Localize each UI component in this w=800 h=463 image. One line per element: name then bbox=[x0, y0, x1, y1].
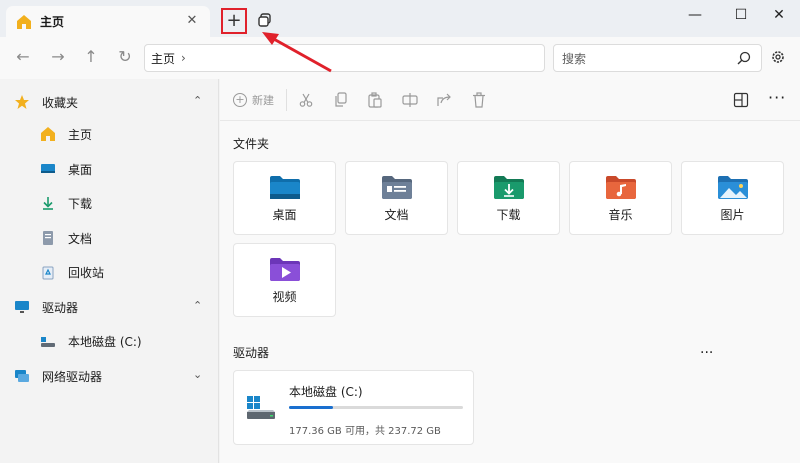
pictures-folder-icon bbox=[717, 176, 748, 199]
rename-icon[interactable] bbox=[402, 92, 418, 108]
documents-folder-icon bbox=[381, 176, 412, 199]
navigation-bar: ← → ↑ ↻ 主页 › 搜索 bbox=[0, 37, 800, 79]
folder-card-desktop[interactable]: 桌面 bbox=[233, 161, 336, 235]
drive-usage-bar bbox=[289, 406, 463, 409]
sidebar-item-recycle-bin[interactable]: 回收站 bbox=[0, 257, 219, 287]
disk-icon bbox=[41, 337, 55, 347]
monitor-icon bbox=[15, 301, 29, 313]
sidebar-item-desktop[interactable]: 桌面 bbox=[0, 154, 219, 184]
sidebar-item-label: 文档 bbox=[68, 231, 93, 246]
search-icon[interactable] bbox=[737, 51, 751, 65]
recycle-bin-icon bbox=[42, 266, 54, 280]
drives-section-title: 驱动器 bbox=[233, 346, 270, 360]
folder-card-music[interactable]: 音乐 bbox=[569, 161, 672, 235]
sidebar-item-label: 主页 bbox=[68, 127, 93, 142]
search-input[interactable]: 搜索 bbox=[553, 44, 762, 72]
drive-card-local-disk[interactable]: 本地磁盘 (C:) 177.36 GB 可用，共 237.72 GB bbox=[233, 370, 474, 445]
breadcrumb-chevron-icon[interactable]: › bbox=[181, 51, 186, 65]
folder-label: 视频 bbox=[272, 290, 297, 304]
folder-label: 音乐 bbox=[608, 208, 633, 222]
videos-folder-icon bbox=[269, 258, 300, 281]
minimize-button[interactable]: — bbox=[672, 4, 718, 26]
star-icon bbox=[15, 95, 29, 109]
up-arrow-icon[interactable]: ↑ bbox=[80, 46, 102, 68]
tab-title: 主页 bbox=[40, 15, 65, 29]
sidebar-favorites[interactable]: 收藏夹 ⌃ bbox=[0, 87, 219, 117]
details-pane-icon[interactable] bbox=[733, 92, 749, 108]
network-icon bbox=[15, 370, 29, 382]
cut-icon[interactable] bbox=[298, 92, 314, 108]
sidebar-item-documents[interactable]: 文档 bbox=[0, 223, 219, 253]
chevron-down-icon[interactable]: ⌄ bbox=[193, 369, 205, 381]
plus-icon: + bbox=[226, 10, 242, 31]
tab-close-icon[interactable]: ✕ bbox=[184, 13, 200, 29]
sidebar-item-label: 本地磁盘 (C:) bbox=[68, 334, 142, 349]
home-icon bbox=[41, 127, 55, 141]
sidebar-item-home[interactable]: 主页 bbox=[0, 119, 219, 149]
plus-icon: + bbox=[233, 93, 247, 107]
sidebar-item-label: 下载 bbox=[68, 196, 93, 211]
command-bar: + 新建 ··· bbox=[220, 79, 800, 121]
more-options-icon[interactable]: ··· bbox=[768, 88, 786, 107]
search-placeholder: 搜索 bbox=[562, 51, 587, 66]
forward-arrow-icon[interactable]: → bbox=[47, 46, 69, 68]
document-icon bbox=[43, 231, 53, 245]
share-icon[interactable] bbox=[436, 92, 452, 108]
music-folder-icon bbox=[605, 176, 636, 199]
folder-card-downloads[interactable]: 下载 bbox=[457, 161, 560, 235]
folder-label: 图片 bbox=[720, 208, 745, 222]
chevron-up-icon[interactable]: ⌃ bbox=[193, 300, 205, 312]
downloads-folder-icon bbox=[493, 176, 524, 199]
gear-icon[interactable] bbox=[770, 49, 786, 65]
delete-icon[interactable] bbox=[471, 92, 487, 108]
paste-icon[interactable] bbox=[367, 92, 383, 108]
copy-icon[interactable] bbox=[333, 92, 349, 108]
folder-label: 桌面 bbox=[272, 208, 297, 222]
tab-home[interactable]: 主页 ✕ bbox=[6, 6, 210, 37]
sidebar-item-downloads[interactable]: 下载 bbox=[0, 188, 219, 218]
sidebar-network[interactable]: 网络驱动器 ⌄ bbox=[0, 361, 219, 391]
address-bar[interactable]: 主页 › bbox=[144, 44, 545, 72]
close-window-button[interactable]: ✕ bbox=[756, 4, 800, 26]
sidebar-item-local-disk[interactable]: 本地磁盘 (C:) bbox=[0, 326, 219, 356]
sidebar-drives[interactable]: 驱动器 ⌃ bbox=[0, 292, 219, 322]
duplicate-tab-icon[interactable] bbox=[257, 12, 273, 28]
back-arrow-icon[interactable]: ← bbox=[12, 46, 34, 68]
drive-usage-fill bbox=[289, 406, 334, 409]
new-button-label: 新建 bbox=[252, 94, 274, 107]
sidebar-drives-label: 驱动器 bbox=[42, 300, 79, 315]
disk-icon bbox=[247, 396, 275, 419]
drive-name: 本地磁盘 (C:) bbox=[289, 385, 363, 399]
desktop-icon bbox=[41, 164, 55, 173]
sidebar-network-label: 网络驱动器 bbox=[42, 369, 103, 384]
folders-section-title: 文件夹 bbox=[233, 137, 270, 151]
sidebar-item-label: 桌面 bbox=[68, 162, 93, 177]
toolbar-divider bbox=[286, 89, 287, 111]
chevron-up-icon[interactable]: ⌃ bbox=[193, 95, 205, 107]
sidebar-favorites-label: 收藏夹 bbox=[42, 95, 79, 110]
refresh-icon[interactable]: ↻ bbox=[114, 46, 136, 68]
folder-card-videos[interactable]: 视频 bbox=[233, 243, 336, 317]
download-icon bbox=[43, 197, 53, 210]
folder-label: 文档 bbox=[384, 208, 409, 222]
main-content: + 新建 ··· 文件夹 桌面 文档 下载 音乐 图片 视频 驱动器 ··· 本… bbox=[220, 79, 800, 463]
folder-label: 下载 bbox=[496, 208, 521, 222]
drive-space-info: 177.36 GB 可用，共 237.72 GB bbox=[289, 426, 441, 437]
title-bar: 主页 ✕ + — ☐ ✕ bbox=[0, 0, 800, 37]
sidebar: 收藏夹 ⌃ 主页 桌面 下载 文档 回收站 驱动器 ⌃ 本地磁盘 (C:) 网络… bbox=[0, 79, 219, 463]
new-button[interactable]: + 新建 bbox=[233, 92, 274, 108]
breadcrumb-home[interactable]: 主页 bbox=[151, 50, 175, 67]
folder-card-pictures[interactable]: 图片 bbox=[681, 161, 784, 235]
sidebar-item-label: 回收站 bbox=[68, 265, 105, 280]
new-tab-button[interactable]: + bbox=[221, 8, 247, 34]
drives-more-icon[interactable]: ··· bbox=[700, 345, 713, 361]
folder-card-documents[interactable]: 文档 bbox=[345, 161, 448, 235]
home-icon bbox=[17, 14, 31, 29]
desktop-folder-icon bbox=[269, 176, 300, 199]
